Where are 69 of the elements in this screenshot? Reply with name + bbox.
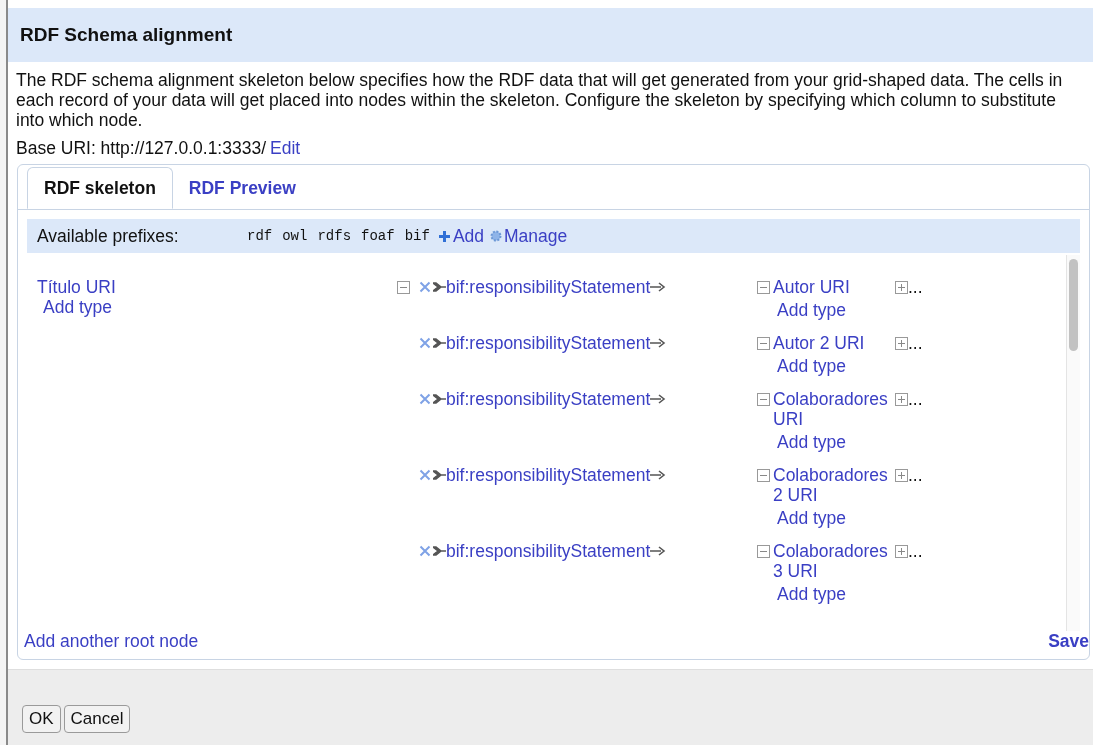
arrow-tail-icon (433, 394, 446, 404)
scrollbar-thumb[interactable] (1069, 259, 1078, 351)
collapse-icon[interactable] (757, 545, 770, 558)
collapse-icon[interactable] (757, 337, 770, 350)
collapse-icon[interactable] (397, 280, 410, 294)
add-root-node-link[interactable]: Add another root node (24, 631, 199, 651)
add-prefix-link[interactable]: Add (452, 222, 484, 250)
remove-icon[interactable] (419, 337, 431, 349)
prefix-name: rdfs (317, 226, 352, 246)
node-link[interactable]: Colaboradores 3 URI (773, 541, 897, 581)
expand-icon[interactable] (895, 336, 908, 350)
arrow-tail-icon (433, 470, 446, 480)
add-type-link[interactable]: Add type (777, 581, 847, 607)
add-type-link[interactable]: Add type (43, 297, 113, 317)
more-text: ... (908, 333, 923, 353)
add-type-link[interactable]: Add type (777, 353, 847, 379)
remove-icon[interactable] (419, 469, 431, 481)
edit-link[interactable]: Edit (270, 138, 301, 158)
node-link[interactable]: Autor 2 URI (773, 333, 865, 353)
property-link[interactable]: bif:responsibilityStatement (446, 541, 651, 561)
prefix-name: bif (404, 226, 430, 246)
property-link[interactable]: bif:responsibilityStatement (446, 333, 651, 353)
arrow-tail-icon (433, 282, 446, 292)
add-type-link[interactable]: Add type (777, 297, 847, 323)
property-link[interactable]: bif:responsibilityStatement (446, 465, 651, 485)
prefix-name: owl (282, 226, 308, 246)
arrow-icon (650, 282, 667, 292)
remove-icon[interactable] (419, 545, 431, 557)
property-link[interactable]: bif:responsibilityStatement (446, 277, 651, 297)
tab[interactable]: RDF skeleton (27, 167, 173, 209)
node-link[interactable]: Autor URI (773, 277, 850, 297)
dialog-button[interactable]: Cancel (63, 704, 131, 733)
expand-icon[interactable] (895, 392, 908, 406)
arrow-icon (650, 338, 667, 348)
save-link[interactable]: Save (1048, 631, 1089, 651)
collapse-icon[interactable] (757, 393, 770, 406)
manage-prefixes-link[interactable]: Manage (504, 222, 568, 250)
arrow-icon (650, 546, 667, 556)
root-node-link[interactable]: Título URI (37, 277, 116, 297)
tab[interactable]: RDF Preview (172, 167, 312, 209)
more-text: ... (908, 389, 923, 409)
remove-icon[interactable] (419, 281, 431, 293)
arrow-icon (650, 394, 667, 404)
node-link[interactable]: Colaboradores URI (773, 389, 897, 429)
remove-icon[interactable] (419, 393, 431, 405)
add-type-link[interactable]: Add type (777, 429, 847, 455)
more-text: ... (908, 465, 923, 485)
dialog-title: RDF Schema alignment (20, 22, 233, 47)
arrow-icon (650, 470, 667, 480)
collapse-icon[interactable] (757, 281, 770, 294)
add-type-link[interactable]: Add type (777, 505, 847, 531)
description-text: The RDF schema alignment skeleton below specifies how the RDF data that will get generated from your grid-shaped data. The cells in each record of your data will get placed into nodes within the skeleton. Configure the skeleton by specifying which column to substitute into which node. (16, 70, 1064, 130)
expand-icon[interactable] (895, 544, 908, 558)
expand-icon[interactable] (895, 280, 908, 294)
prefix-label: Available prefixes: (37, 224, 180, 248)
base-uri-text: Base URI: http://127.0.0.1:3333/ (16, 138, 267, 158)
plus-icon (437, 229, 451, 243)
gear-icon (490, 230, 502, 242)
prefix-name: foaf (361, 226, 395, 246)
more-text: ... (908, 541, 923, 561)
prefix-name: rdf (247, 226, 273, 246)
expand-icon[interactable] (895, 468, 908, 482)
arrow-tail-icon (433, 338, 446, 348)
node-link[interactable]: Colaboradores 2 URI (773, 465, 897, 505)
property-link[interactable]: bif:responsibilityStatement (446, 389, 651, 409)
more-text: ... (908, 277, 923, 297)
dialog-button[interactable]: OK (22, 704, 61, 733)
arrow-tail-icon (433, 546, 446, 556)
collapse-icon[interactable] (757, 469, 770, 482)
